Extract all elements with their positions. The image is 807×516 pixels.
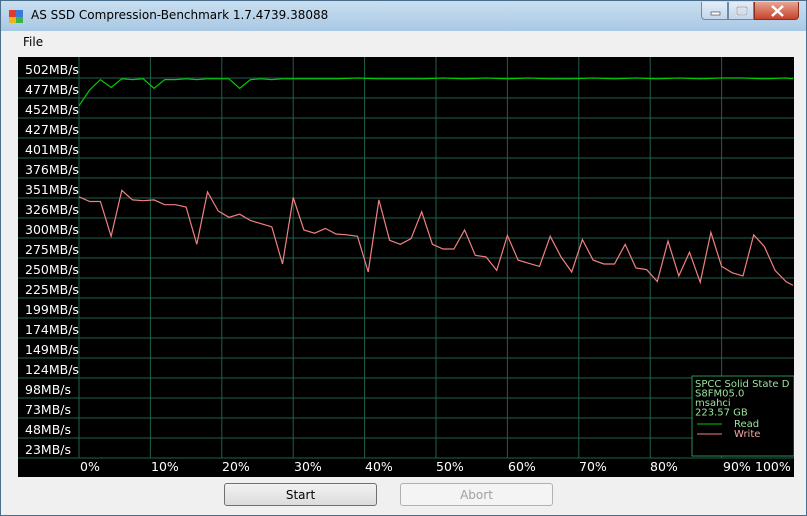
y-tick-label: 326MB/s [25, 202, 79, 217]
y-tick-label: 376MB/s [25, 162, 79, 177]
y-tick-label: 401MB/s [25, 142, 79, 157]
x-tick-label: 60% [508, 459, 536, 474]
y-tick-label: 427MB/s [25, 122, 79, 137]
legend-device-line: 223.57 GB [695, 408, 748, 419]
maximize-button[interactable] [728, 2, 754, 20]
x-tick-label: 70% [579, 459, 607, 474]
menu-file[interactable]: File [23, 35, 43, 49]
menu-bar: File [2, 31, 806, 53]
y-tick-label: 149MB/s [25, 342, 79, 357]
x-tick-label: 100% [755, 459, 791, 474]
x-tick-label: 40% [365, 459, 393, 474]
maximize-icon [736, 6, 748, 16]
x-tick-label: 10% [151, 459, 179, 474]
y-tick-label: 48MB/s [25, 422, 71, 437]
minimize-button[interactable] [701, 2, 728, 20]
x-tick-label: 30% [294, 459, 322, 474]
x-tick-label: 0% [80, 459, 100, 474]
y-tick-label: 452MB/s [25, 102, 79, 117]
y-tick-label: 124MB/s [25, 362, 79, 377]
x-tick-label: 20% [222, 459, 250, 474]
benchmark-chart: 23MB/s 48MB/s 73MB/s 98MB/s 124MB/s 149MB/s 17… [18, 57, 794, 477]
legend-label: Write [734, 429, 760, 440]
y-tick-label: 225MB/s [25, 282, 79, 297]
y-tick-label: 502MB/s [25, 62, 79, 77]
y-tick-label: 351MB/s [25, 182, 79, 197]
y-tick-label: 275MB/s [25, 242, 79, 257]
y-tick-label: 174MB/s [25, 322, 79, 337]
x-tick-label: 90% [723, 459, 751, 474]
y-tick-label: 199MB/s [25, 302, 79, 317]
y-tick-label: 23MB/s [25, 442, 71, 457]
y-tick-label: 250MB/s [25, 262, 79, 277]
x-tick-label: 50% [436, 459, 464, 474]
window-title: AS SSD Compression-Benchmark 1.7.4739.38… [31, 8, 329, 22]
x-tick-label: 80% [650, 459, 678, 474]
close-icon [771, 5, 784, 17]
app-window: AS SSD Compression-Benchmark 1.7.4739.38… [0, 0, 807, 516]
y-tick-label: 98MB/s [25, 382, 71, 397]
y-tick-label: 300MB/s [25, 222, 79, 237]
minimize-icon [710, 11, 721, 16]
close-button[interactable] [754, 2, 799, 20]
chart-background [18, 57, 794, 477]
start-button[interactable]: Start [224, 483, 377, 506]
abort-button[interactable]: Abort [400, 483, 553, 506]
title-bar[interactable]: AS SSD Compression-Benchmark 1.7.4739.38… [1, 1, 806, 31]
app-icon [9, 10, 23, 23]
y-tick-label: 73MB/s [25, 402, 71, 417]
y-tick-label: 477MB/s [25, 82, 79, 97]
